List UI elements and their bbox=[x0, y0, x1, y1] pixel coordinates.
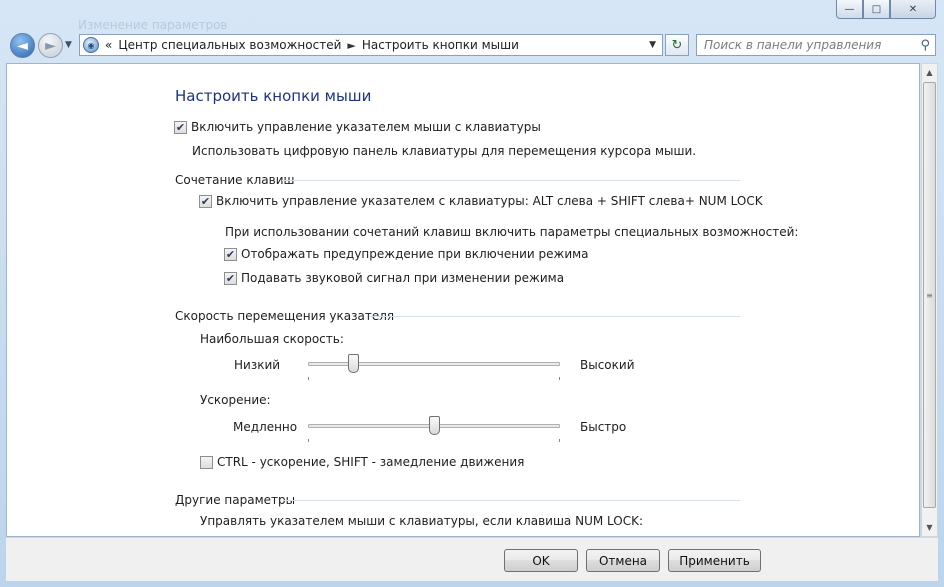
warn-label[interactable]: Отображать предупреждение при включении … bbox=[241, 247, 589, 261]
enable-shortcut-label[interactable]: Включить управление указателем с клавиат… bbox=[216, 194, 763, 208]
page-title: Настроить кнопки мыши bbox=[175, 87, 372, 105]
window-controls: — □ ✕ bbox=[836, 0, 936, 19]
recent-pages-dropdown-icon[interactable]: ▼ bbox=[65, 40, 72, 50]
shortcut-subheading: При использовании сочетаний клавиш включ… bbox=[225, 225, 799, 239]
apply-button[interactable]: Применить bbox=[668, 549, 761, 572]
top-speed-slider-ticks bbox=[308, 377, 560, 380]
top-speed-low-label: Низкий bbox=[234, 358, 281, 372]
ok-button[interactable]: OK bbox=[504, 549, 578, 572]
group-divider bbox=[369, 316, 740, 317]
control-panel-icon: ◉ bbox=[83, 37, 99, 53]
acceleration-low-label: Медленно bbox=[233, 420, 298, 434]
top-speed-label: Наибольшая скорость: bbox=[200, 332, 344, 346]
shortcut-heading: Сочетание клавиш bbox=[175, 173, 295, 187]
other-heading: Другие параметры bbox=[175, 493, 296, 507]
enable-mousekeys-description: Использовать цифровую панель клавиатуры … bbox=[192, 144, 697, 158]
scrollbar-thumb[interactable]: ≡ bbox=[923, 82, 936, 508]
numlock-label: Управлять указателем мыши с клавиатуры, … bbox=[200, 514, 644, 528]
forward-button[interactable]: ► bbox=[38, 33, 63, 58]
refresh-icon: ↻ bbox=[671, 37, 683, 53]
dialog-footer: OK Отмена Применить bbox=[6, 537, 938, 581]
acceleration-slider-thumb[interactable] bbox=[428, 416, 440, 435]
acceleration-label: Ускорение: bbox=[200, 393, 271, 407]
close-button[interactable]: ✕ bbox=[890, 0, 936, 19]
group-divider bbox=[282, 180, 740, 181]
address-dropdown-icon[interactable]: ▼ bbox=[649, 40, 656, 50]
window-ghost-title: Изменение параметров bbox=[78, 18, 228, 32]
top-speed-high-label: Высокий bbox=[580, 358, 635, 372]
enable-mousekeys-label[interactable]: Включить управление указателем мыши с кл… bbox=[191, 120, 541, 134]
breadcrumb-mouse-keys[interactable]: Настроить кнопки мыши bbox=[362, 38, 519, 52]
ctrl-shift-checkbox[interactable] bbox=[200, 456, 213, 469]
ctrl-shift-label[interactable]: CTRL - ускорение, SHIFT - замедление дви… bbox=[217, 455, 524, 469]
top-speed-slider-thumb[interactable] bbox=[347, 354, 359, 373]
vertical-scrollbar[interactable]: ▲ ≡ ▼ bbox=[921, 63, 938, 537]
cancel-button[interactable]: Отмена bbox=[586, 549, 660, 572]
search-placeholder: Поиск в панели управления bbox=[704, 38, 882, 52]
sound-label[interactable]: Подавать звуковой сигнал при изменении р… bbox=[241, 271, 564, 285]
top-speed-slider-track[interactable] bbox=[308, 362, 560, 366]
breadcrumb-ease-of-access[interactable]: Центр специальных возможностей bbox=[118, 38, 341, 52]
group-divider bbox=[284, 500, 740, 501]
refresh-button[interactable]: ↻ bbox=[665, 34, 689, 56]
minimize-button[interactable]: — bbox=[836, 0, 863, 19]
arrow-right-icon: ► bbox=[45, 37, 56, 54]
warn-checkbox[interactable]: ✔ bbox=[224, 248, 237, 261]
window-frame: Изменение параметров — □ ✕ ◄ ► ▼ ◉ « Цен… bbox=[0, 0, 944, 587]
content-pane: Настроить кнопки мыши ✔ Включить управле… bbox=[6, 63, 920, 537]
enable-mousekeys-checkbox[interactable]: ✔ bbox=[174, 121, 187, 134]
scroll-down-icon[interactable]: ▼ bbox=[922, 519, 937, 536]
search-icon[interactable]: ⚲ bbox=[920, 38, 930, 53]
back-button[interactable]: ◄ bbox=[10, 33, 35, 58]
speed-heading: Скорость перемещения указателя bbox=[175, 309, 395, 323]
search-input[interactable]: Поиск в панели управления ⚲ bbox=[696, 34, 936, 56]
breadcrumb-separator-icon[interactable]: ► bbox=[347, 39, 355, 52]
address-bar[interactable]: ◉ « Центр специальных возможностей ► Нас… bbox=[79, 34, 663, 56]
scroll-up-icon[interactable]: ▲ bbox=[922, 64, 937, 81]
sound-checkbox[interactable]: ✔ bbox=[224, 272, 237, 285]
arrow-left-icon: ◄ bbox=[17, 37, 28, 54]
maximize-button[interactable]: □ bbox=[863, 0, 890, 19]
breadcrumb-overflow[interactable]: « bbox=[105, 38, 112, 52]
acceleration-slider-ticks bbox=[308, 439, 560, 442]
enable-shortcut-checkbox[interactable]: ✔ bbox=[199, 195, 212, 208]
acceleration-high-label: Быстро bbox=[580, 420, 627, 434]
